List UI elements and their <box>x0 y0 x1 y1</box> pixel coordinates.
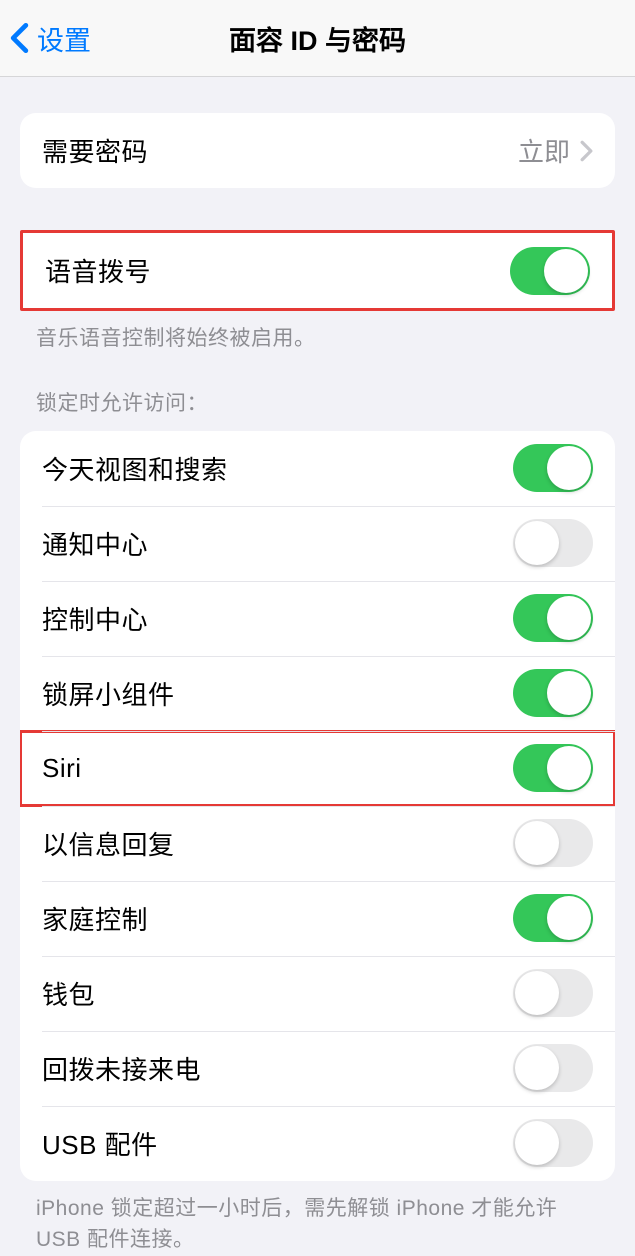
chevron-right-icon <box>580 140 593 162</box>
locked-access-toggle[interactable] <box>513 969 593 1017</box>
voice-dial-toggle[interactable] <box>510 247 590 295</box>
locked-access-item-label: 钱包 <box>42 975 95 1012</box>
locked-access-toggle[interactable] <box>513 444 593 492</box>
voice-dial-label: 语音拨号 <box>45 252 151 289</box>
locked-access-item-label: 今天视图和搜索 <box>42 450 228 487</box>
locked-access-toggle[interactable] <box>513 744 593 792</box>
locked-access-item-label: 控制中心 <box>42 600 148 637</box>
locked-access-group: 今天视图和搜索通知中心控制中心锁屏小组件 Siri 以信息回复家庭控制钱包回拨未接来… <box>20 431 615 1181</box>
voice-dial-group: 语音拨号 <box>20 230 615 311</box>
back-label: 设置 <box>37 19 91 58</box>
back-button[interactable]: 设置 <box>0 19 91 58</box>
locked-access-footer: iPhone 锁定超过一小时后，需先解锁 iPhone 才能允许 USB 配件连… <box>0 1181 635 1256</box>
voice-dial-row: 语音拨号 <box>23 233 612 308</box>
require-passcode-value: 立即 <box>518 132 570 169</box>
locked-access-row: 回拨未接来电 <box>20 1031 615 1106</box>
voice-dial-footer: 音乐语音控制将始终被启用。 <box>0 311 635 355</box>
locked-access-toggle[interactable] <box>513 1119 593 1167</box>
locked-access-toggle[interactable] <box>513 594 593 642</box>
nav-header: 设置 面容 ID 与密码 <box>0 0 635 77</box>
locked-access-row: 以信息回复 <box>20 806 615 881</box>
page-title: 面容 ID 与密码 <box>229 19 406 58</box>
locked-access-item-label: 家庭控制 <box>42 900 148 937</box>
locked-access-item-label: Siri <box>42 753 82 784</box>
locked-access-item-label: 以信息回复 <box>42 825 175 862</box>
locked-access-row: 钱包 <box>20 956 615 1031</box>
passcode-group: 需要密码 立即 <box>20 113 615 188</box>
require-passcode-row[interactable]: 需要密码 立即 <box>20 113 615 188</box>
locked-access-item-label: 通知中心 <box>42 525 148 562</box>
locked-access-toggle[interactable] <box>513 894 593 942</box>
locked-access-row: 今天视图和搜索 <box>20 431 615 506</box>
require-passcode-label: 需要密码 <box>42 132 148 169</box>
locked-access-item-label: USB 配件 <box>42 1125 158 1162</box>
locked-access-header: 锁定时允许访问： <box>0 355 635 427</box>
locked-access-row: 锁屏小组件 <box>20 656 615 731</box>
chevron-left-icon <box>10 22 29 54</box>
locked-access-item-label: 锁屏小组件 <box>42 675 175 712</box>
locked-access-row: 家庭控制 <box>20 881 615 956</box>
locked-access-row: USB 配件 <box>20 1106 615 1181</box>
locked-access-row: 通知中心 <box>20 506 615 581</box>
locked-access-row: 控制中心 <box>20 581 615 656</box>
locked-access-toggle[interactable] <box>513 819 593 867</box>
locked-access-toggle[interactable] <box>513 669 593 717</box>
locked-access-item-label: 回拨未接来电 <box>42 1050 201 1087</box>
locked-access-toggle[interactable] <box>513 1044 593 1092</box>
locked-access-row: Siri <box>20 731 615 806</box>
locked-access-toggle[interactable] <box>513 519 593 567</box>
